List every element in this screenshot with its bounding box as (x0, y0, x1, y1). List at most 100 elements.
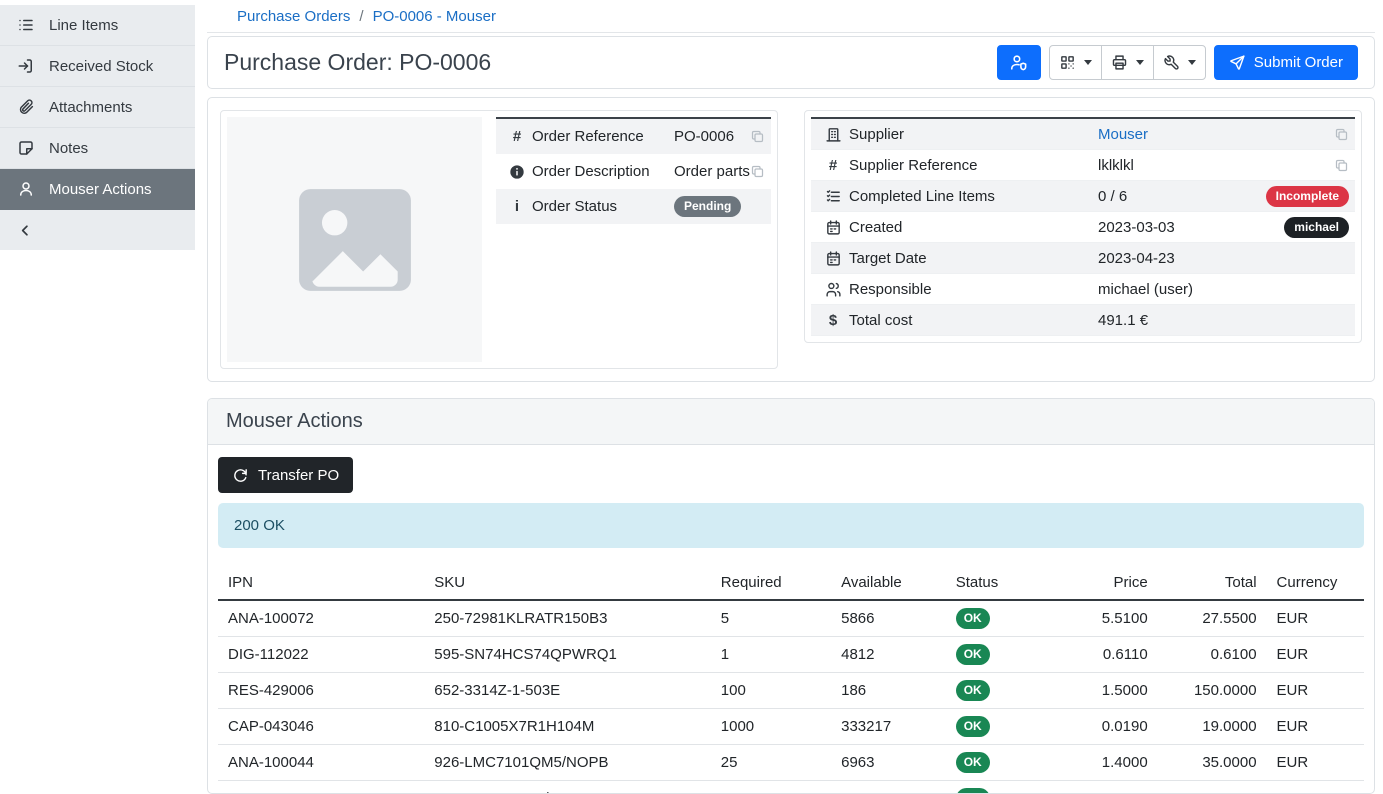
submit-order-button[interactable]: Submit Order (1214, 45, 1358, 80)
order-summary-subpanel: # Order Reference PO-0006 Order Descript… (220, 110, 778, 369)
calendar-icon (817, 219, 849, 236)
detail-row-order-reference: # Order Reference PO-0006 (496, 119, 771, 154)
parts-table: IPN SKU Required Available Status Price … (218, 566, 1364, 794)
ok-badge: OK (956, 752, 990, 773)
breadcrumb-current-order[interactable]: PO-0006 - Mouser (373, 8, 496, 25)
cell-required: 5 (711, 600, 831, 637)
header-button-group (1049, 45, 1206, 80)
cell-ipn: SWT-200005 (218, 781, 424, 794)
qrcode-icon (1059, 54, 1076, 71)
supplier-link[interactable]: Mouser (1098, 126, 1334, 143)
image-placeholder-icon (294, 184, 416, 296)
cell-sku: 926-LMC7101QM5/NOPB (424, 745, 711, 781)
mouser-actions-panel: Mouser Actions Transfer PO 200 OK IPN SK… (207, 398, 1375, 794)
copy-icon[interactable] (1334, 158, 1349, 173)
cell-status: OK (946, 673, 1049, 709)
order-header-panel: Purchase Order: PO-0006 (207, 36, 1375, 89)
app-root: Line Items Received Stock Attachments No… (0, 0, 1383, 794)
chevron-down-icon (1188, 60, 1196, 65)
sidebar-item-mouser-actions[interactable]: Mouser Actions (0, 169, 195, 210)
copy-icon[interactable] (750, 129, 765, 144)
header-actions: Submit Order (997, 45, 1358, 80)
cell-price: 0.6110 (1049, 637, 1158, 673)
list-icon (16, 16, 35, 34)
refresh-icon (232, 467, 249, 484)
cell-status: OK (946, 637, 1049, 673)
transfer-po-button[interactable]: Transfer PO (218, 457, 353, 493)
cell-sku: 611-110.107.011/0205 (424, 781, 711, 794)
detail-row-created: Created 2023-03-03 michael (811, 212, 1355, 243)
note-icon (16, 139, 35, 157)
copy-icon[interactable] (750, 164, 765, 179)
cell-sku: 810-C1005X7R1H104M (424, 709, 711, 745)
cell-available: 4812 (831, 637, 946, 673)
ok-badge: OK (956, 644, 990, 665)
parts-table-header-row: IPN SKU Required Available Status Price … (218, 566, 1364, 600)
sidebar-item-attachments[interactable]: Attachments (0, 87, 195, 128)
ok-badge: OK (956, 680, 990, 701)
col-ipn: IPN (218, 566, 424, 600)
sidebar-item-label: Received Stock (49, 58, 153, 75)
detail-row-total-cost: $ Total cost 491.1 € (811, 305, 1355, 336)
cell-currency: EUR (1267, 745, 1364, 781)
cell-price: 5.5100 (1049, 600, 1158, 637)
breadcrumb-purchase-orders[interactable]: Purchase Orders (237, 8, 350, 25)
table-row: ANA-100072 250-72981KLRATR150B3 5 5866 O… (218, 600, 1364, 637)
chevron-down-icon (1136, 60, 1144, 65)
supplier-details-subpanel: Supplier Mouser # Supplier Reference lkl… (804, 110, 1362, 343)
cell-total: 0.6100 (1158, 637, 1267, 673)
cell-available: 333217 (831, 709, 946, 745)
ok-badge: OK (956, 788, 990, 794)
detail-row-order-status: i Order Status Pending (496, 189, 771, 224)
list-check-icon (817, 188, 849, 205)
info-icon: i (502, 198, 532, 215)
breadcrumb: Purchase Orders / PO-0006 - Mouser (207, 0, 1375, 33)
detail-row-target-date: Target Date 2023-04-23 (811, 243, 1355, 274)
cell-available: 5866 (831, 600, 946, 637)
print-actions-button[interactable] (1101, 45, 1154, 80)
sidebar-item-notes[interactable]: Notes (0, 128, 195, 169)
cell-total: 27.5500 (1158, 600, 1267, 637)
cell-sku: 652-3314Z-1-503E (424, 673, 711, 709)
cell-ipn: ANA-100044 (218, 745, 424, 781)
sidebar-list: Line Items Received Stock Attachments No… (0, 5, 195, 250)
sidebar-collapse-button[interactable] (0, 210, 195, 250)
table-row: DIG-112022 595-SN74HCS74QPWRQ1 1 4812 OK… (218, 637, 1364, 673)
order-image-placeholder[interactable] (227, 117, 482, 362)
ok-badge: OK (956, 608, 990, 629)
cell-ipn: CAP-043046 (218, 709, 424, 745)
cell-ipn: ANA-100072 (218, 600, 424, 637)
cell-currency: EUR (1267, 709, 1364, 745)
sidebar: Line Items Received Stock Attachments No… (0, 0, 195, 794)
table-row: SWT-200005 611-110.107.011/0205 47 47 OK… (218, 781, 1364, 794)
user-shield-button[interactable] (997, 45, 1041, 80)
transfer-status-alert: 200 OK (218, 503, 1364, 548)
cell-available: 47 (831, 781, 946, 794)
ok-badge: OK (956, 716, 990, 737)
calendar-icon (817, 250, 849, 267)
status-badge: Pending (674, 196, 741, 217)
col-price: Price (1049, 566, 1158, 600)
cell-sku: 250-72981KLRATR150B3 (424, 600, 711, 637)
sidebar-item-line-items[interactable]: Line Items (0, 5, 195, 46)
detail-row-supplier-reference: # Supplier Reference lklklkl (811, 150, 1355, 181)
col-currency: Currency (1267, 566, 1364, 600)
cell-total: 150.0000 (1158, 673, 1267, 709)
cell-required: 1 (711, 637, 831, 673)
cell-price: 5.7200 (1049, 781, 1158, 794)
printer-icon (1111, 54, 1128, 71)
cell-currency: EUR (1267, 781, 1364, 794)
barcode-actions-button[interactable] (1049, 45, 1102, 80)
cell-ipn: DIG-112022 (218, 637, 424, 673)
order-actions-button[interactable] (1153, 45, 1206, 80)
cell-status: OK (946, 709, 1049, 745)
breadcrumb-separator: / (359, 8, 363, 25)
cell-total: 268.8400 (1158, 781, 1267, 794)
info-circle-icon (502, 164, 532, 180)
cell-total: 19.0000 (1158, 709, 1267, 745)
copy-icon[interactable] (1334, 127, 1349, 142)
cell-status: OK (946, 745, 1049, 781)
sidebar-item-received-stock[interactable]: Received Stock (0, 46, 195, 87)
sidebar-item-label: Notes (49, 140, 88, 157)
tools-icon (1163, 54, 1180, 71)
